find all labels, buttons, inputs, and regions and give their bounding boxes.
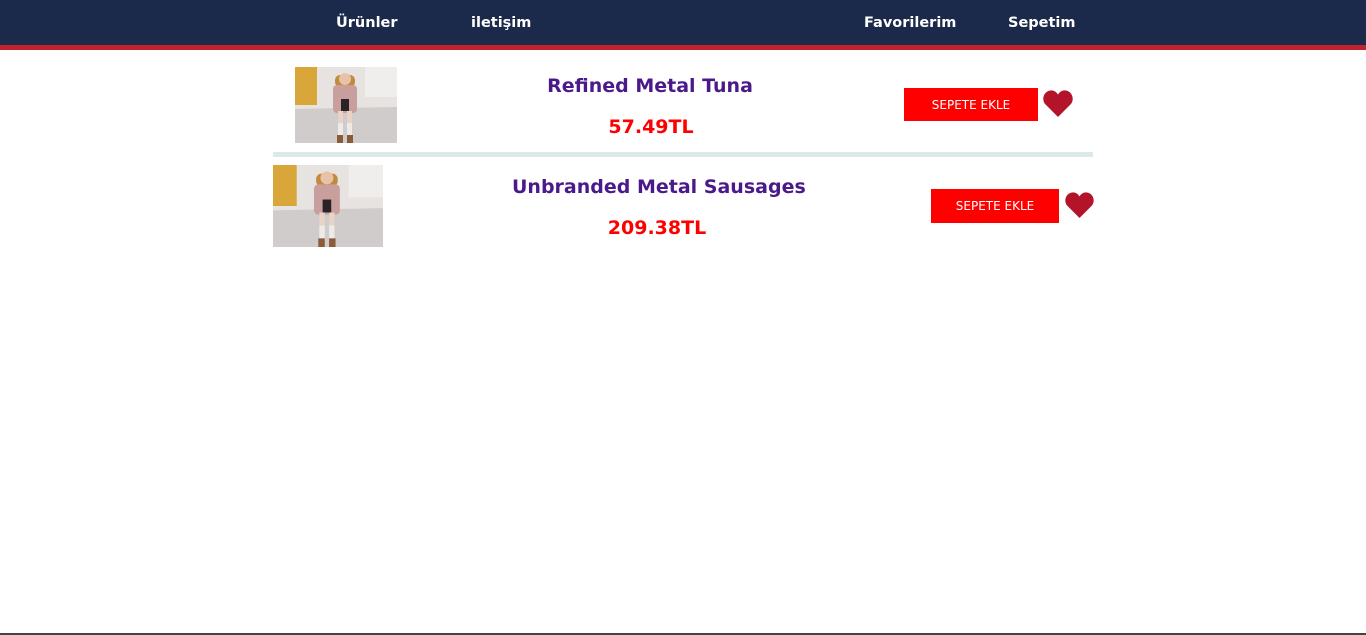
nav-link-contact[interactable]: iletişim (471, 13, 531, 33)
heart-icon[interactable] (1065, 192, 1094, 218)
add-to-cart-button[interactable]: SEPETE EKLE (931, 189, 1059, 223)
nav-link-cart[interactable]: Sepetim (1008, 13, 1076, 33)
navbar-accent-line (0, 45, 1366, 50)
nav-link-products[interactable]: Ürünler (336, 13, 398, 33)
nav-link-favorites[interactable]: Favorilerim (864, 13, 956, 33)
product-divider (273, 152, 1093, 157)
product-price: 209.38TL (607, 217, 707, 239)
product-price: 57.49TL (608, 116, 694, 138)
product-title: Unbranded Metal Sausages (512, 176, 806, 198)
add-to-cart-button[interactable]: SEPETE EKLE (904, 88, 1038, 121)
product-image[interactable] (273, 165, 383, 247)
product-title: Refined Metal Tuna (547, 75, 753, 97)
heart-icon[interactable] (1043, 90, 1073, 117)
product-image[interactable] (295, 67, 397, 143)
top-navbar: Ürünler iletişim Favorilerim Sepetim (0, 0, 1366, 45)
